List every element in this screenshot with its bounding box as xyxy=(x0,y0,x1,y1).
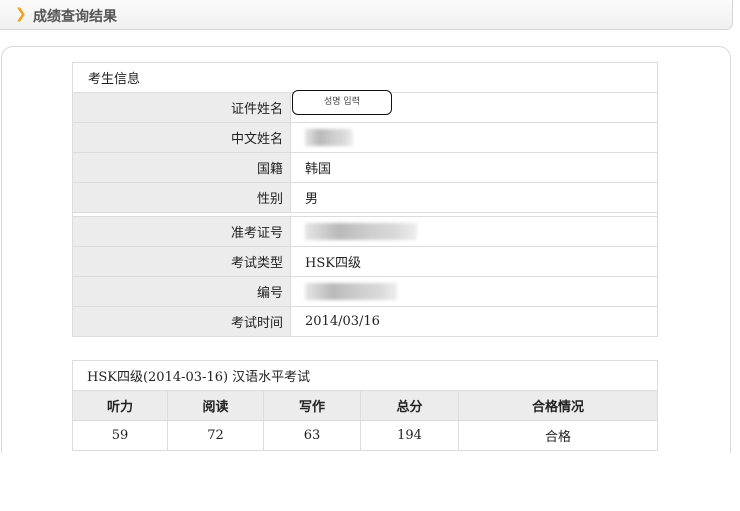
header-pass-status: 合格情况 xyxy=(458,390,658,421)
table-row: 考试时间 2014/03/16 xyxy=(72,306,658,337)
table-header-row: 听力 阅读 写作 总分 合格情况 xyxy=(72,390,658,421)
redacted-admission-number xyxy=(305,223,417,240)
page-bottom-area xyxy=(0,453,740,511)
exam-type-label: 考试类型 xyxy=(72,246,291,277)
score-listening: 59 xyxy=(72,420,168,451)
score-writing: 63 xyxy=(263,420,361,451)
admission-value xyxy=(290,216,658,247)
score-table: HSK四级(2014-03-16) 汉语水平考试 听力 阅读 写作 总分 合格情… xyxy=(72,360,658,451)
table-row: 59 72 63 194 合格 xyxy=(72,420,658,451)
header-reading: 阅读 xyxy=(167,390,264,421)
chevron-right-icon: ❯ xyxy=(15,6,27,22)
table-row: 考试类型 HSK四级 xyxy=(72,246,658,277)
nationality-value: 韩国 xyxy=(290,152,658,183)
header-total: 总分 xyxy=(360,390,459,421)
serial-value xyxy=(290,276,658,307)
exam-date-value: 2014/03/16 xyxy=(290,306,658,337)
id-name-label: 证件姓名 xyxy=(72,92,291,123)
gender-value: 男 xyxy=(290,182,658,213)
page-header-bar: ❯ 成绩查询结果 xyxy=(0,0,733,30)
redacted-serial-number xyxy=(305,283,397,300)
table-row: 准考证号 xyxy=(72,216,658,247)
exam-date-label: 考试时间 xyxy=(72,306,291,337)
table-row: 国籍 韩国 xyxy=(72,152,658,183)
header-listening: 听力 xyxy=(72,390,168,421)
score-table-caption: HSK四级(2014-03-16) 汉语水平考试 xyxy=(72,360,658,391)
page-title: 成绩查询结果 xyxy=(33,9,117,25)
header-writing: 写作 xyxy=(263,390,361,421)
table-row: 编号 xyxy=(72,276,658,307)
admission-label: 准考证号 xyxy=(72,216,291,247)
speech-bubble-annotation: 성명 입력 xyxy=(292,90,392,115)
exam-type-value: HSK四级 xyxy=(290,246,658,277)
score-reading: 72 xyxy=(167,420,264,451)
redacted-chinese-name xyxy=(305,129,353,146)
score-total: 194 xyxy=(360,420,459,451)
nationality-label: 国籍 xyxy=(72,152,291,183)
gender-label: 性别 xyxy=(72,182,291,213)
pass-status: 合格 xyxy=(458,420,658,451)
table-row: 性别 男 xyxy=(72,182,658,213)
chinese-name-label: 中文姓名 xyxy=(72,122,291,153)
table-row: 中文姓名 xyxy=(72,122,658,153)
chinese-name-value xyxy=(290,122,658,153)
serial-label: 编号 xyxy=(72,276,291,307)
section-title: 考生信息 xyxy=(72,62,658,93)
